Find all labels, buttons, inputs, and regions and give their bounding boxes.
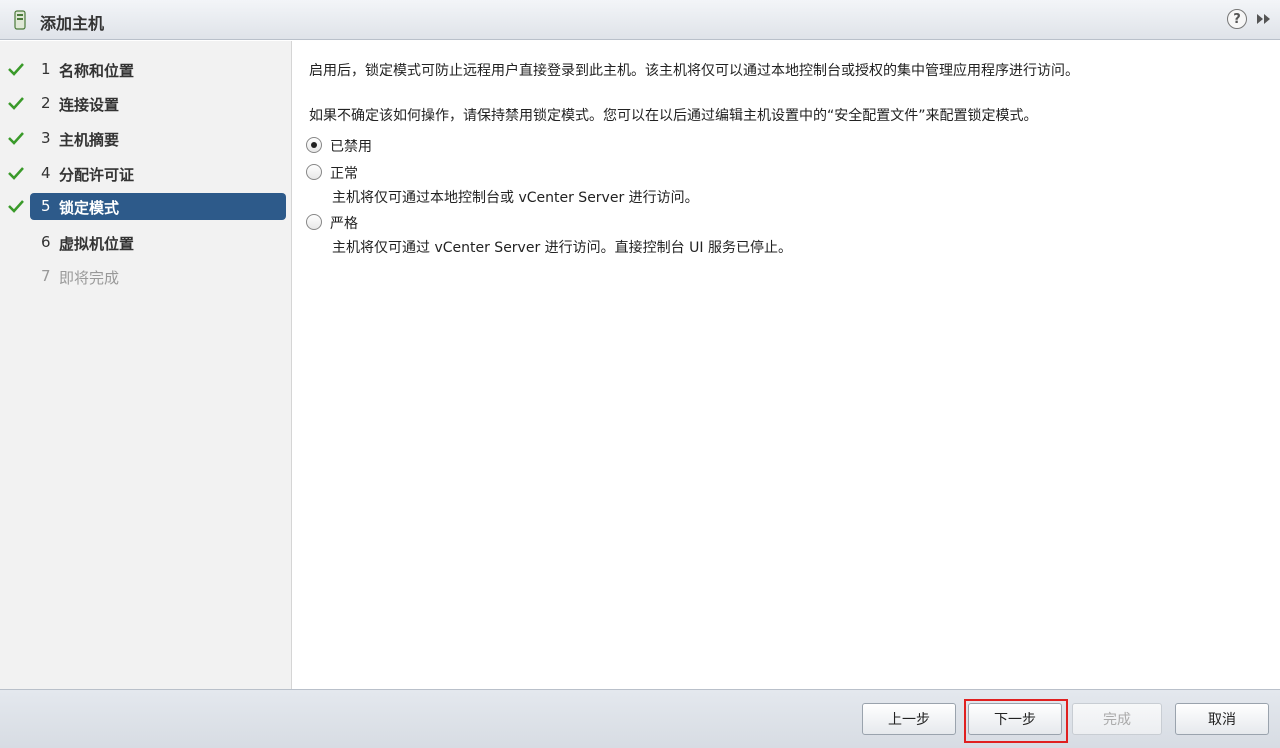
- wizard-step-list: 1 名称和位置 2 连接设置 3 主机摘要 4 分配许可证 5 锁定模式 6 虚…: [0, 41, 292, 689]
- step-label: 即将完成: [59, 269, 120, 287]
- help-icon[interactable]: ?: [1227, 9, 1247, 29]
- step-label: 名称和位置: [59, 62, 135, 80]
- step-label: 主机摘要: [59, 131, 120, 149]
- step-number: 4: [41, 164, 51, 182]
- option-desc-strict: 主机将仅可通过 vCenter Server 进行访问。直接控制台 UI 服务已…: [332, 240, 792, 256]
- wizard-content: 启用后，锁定模式可防止远程用户直接登录到此主机。该主机将仅可以通过本地控制台或授…: [293, 41, 1280, 689]
- intro-text: 启用后，锁定模式可防止远程用户直接登录到此主机。该主机将仅可以通过本地控制台或授…: [309, 63, 1079, 79]
- checkmark-icon: [8, 97, 24, 110]
- step-connection-settings[interactable]: 2 连接设置: [0, 90, 292, 118]
- cancel-button[interactable]: 取消: [1175, 703, 1269, 735]
- radio-disabled[interactable]: [306, 137, 322, 153]
- step-label: 虚拟机位置: [59, 235, 135, 253]
- host-icon: [14, 10, 26, 30]
- back-button[interactable]: 上一步: [862, 703, 956, 735]
- option-desc-normal: 主机将仅可通过本地控制台或 vCenter Server 进行访问。: [332, 190, 699, 206]
- radio-strict[interactable]: [306, 214, 322, 230]
- step-name-location[interactable]: 1 名称和位置: [0, 56, 292, 84]
- step-label: 分配许可证: [59, 166, 135, 184]
- option-label-strict[interactable]: 严格: [330, 213, 358, 233]
- expand-icon[interactable]: [1256, 12, 1272, 26]
- checkmark-icon: [8, 167, 24, 180]
- checkmark-icon: [8, 200, 24, 213]
- window-titlebar: 添加主机 ?: [0, 0, 1280, 40]
- checkmark-icon: [8, 63, 24, 76]
- radio-normal[interactable]: [306, 164, 322, 180]
- step-number: 6: [41, 233, 51, 251]
- option-label-normal[interactable]: 正常: [330, 163, 358, 183]
- step-number: 2: [41, 94, 51, 112]
- step-number: 7: [41, 267, 51, 285]
- wizard-footer: 上一步 下一步 完成 取消: [0, 689, 1280, 748]
- step-label: 锁定模式: [59, 199, 120, 217]
- option-label-disabled[interactable]: 已禁用: [330, 136, 372, 156]
- window-title: 添加主机: [40, 14, 105, 33]
- step-vm-location[interactable]: 6 虚拟机位置: [0, 229, 292, 257]
- step-number: 3: [41, 129, 51, 147]
- hint-text: 如果不确定该如何操作，请保持禁用锁定模式。您可以在以后通过编辑主机设置中的“安全…: [309, 108, 1038, 124]
- step-assign-license[interactable]: 4 分配许可证: [0, 160, 292, 188]
- finish-button: 完成: [1072, 703, 1162, 735]
- step-ready-to-complete: 7 即将完成: [0, 263, 292, 291]
- checkmark-icon: [8, 132, 24, 145]
- step-number: 1: [41, 60, 51, 78]
- step-host-summary[interactable]: 3 主机摘要: [0, 125, 292, 153]
- step-number: 5: [41, 197, 51, 215]
- step-lockdown-mode[interactable]: 5 锁定模式: [0, 193, 292, 221]
- step-label: 连接设置: [59, 96, 120, 114]
- next-button-highlight-box: [964, 699, 1068, 743]
